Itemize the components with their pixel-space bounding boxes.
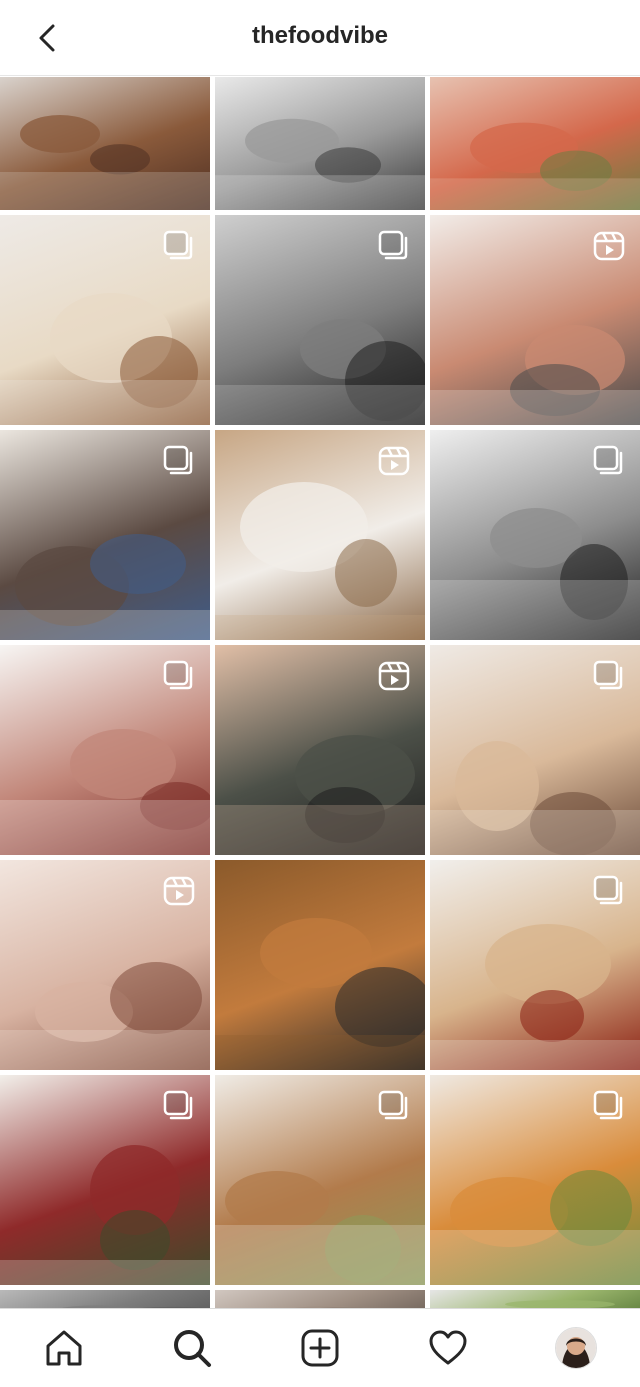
tile-yoga-pose-1[interactable] [215, 77, 425, 210]
tile-partial-2[interactable] [215, 1290, 425, 1308]
tile-partial-3[interactable] [430, 1290, 640, 1308]
profile-username: thefoodvibe [0, 0, 640, 72]
reel-icon [162, 874, 196, 908]
carousel-icon [592, 1089, 626, 1123]
tile-dessert-jar[interactable] [0, 215, 210, 425]
tab-profile[interactable] [546, 1318, 606, 1378]
tab-home[interactable] [34, 1318, 94, 1378]
tile-camera-woman[interactable] [0, 430, 210, 640]
tile-partial-1[interactable] [0, 1290, 210, 1308]
heart-icon [426, 1326, 470, 1370]
add-post-icon [298, 1326, 342, 1370]
reel-icon [377, 444, 411, 478]
tile-face-illustration[interactable] [215, 860, 425, 1070]
tab-search[interactable] [162, 1318, 222, 1378]
carousel-icon [377, 229, 411, 263]
tile-yoga-silhouette[interactable] [215, 215, 425, 425]
tile-soup[interactable] [430, 1075, 640, 1285]
carousel-icon [162, 1089, 196, 1123]
tile-painting-bowl[interactable] [0, 860, 210, 1070]
tile-white-shirt[interactable] [0, 645, 210, 855]
carousel-icon [592, 444, 626, 478]
top-bar: thefoodvibe [0, 0, 640, 76]
tile-salad[interactable] [0, 1075, 210, 1285]
tile-sports-bra[interactable] [215, 645, 425, 855]
tile-image [430, 77, 640, 210]
reel-icon [592, 229, 626, 263]
reel-icon [377, 659, 411, 693]
tile-image [430, 1290, 640, 1308]
tile-pear-bowl[interactable] [430, 645, 640, 855]
carousel-icon [162, 444, 196, 478]
tile-image [215, 860, 425, 1070]
tile-portrait-bw[interactable] [430, 430, 640, 640]
search-icon [170, 1326, 214, 1370]
posts-grid [0, 77, 640, 1308]
tile-brownies[interactable] [0, 77, 210, 210]
tile-image [0, 77, 210, 210]
tab-create[interactable] [290, 1318, 350, 1378]
tile-candle[interactable] [215, 430, 425, 640]
avatar [555, 1327, 597, 1369]
tile-image [0, 1290, 210, 1308]
tile-tulips[interactable] [430, 77, 640, 210]
tile-pancakes[interactable] [430, 860, 640, 1070]
carousel-icon [162, 659, 196, 693]
carousel-icon [592, 659, 626, 693]
carousel-icon [592, 874, 626, 908]
tile-wrap[interactable] [215, 1075, 425, 1285]
tile-image [215, 77, 425, 210]
home-icon [42, 1326, 86, 1370]
tile-yoga-headstand[interactable] [430, 215, 640, 425]
tab-activity[interactable] [418, 1318, 478, 1378]
carousel-icon [162, 229, 196, 263]
tile-image [215, 1290, 425, 1308]
bottom-tab-bar [0, 1308, 640, 1387]
carousel-icon [377, 1089, 411, 1123]
